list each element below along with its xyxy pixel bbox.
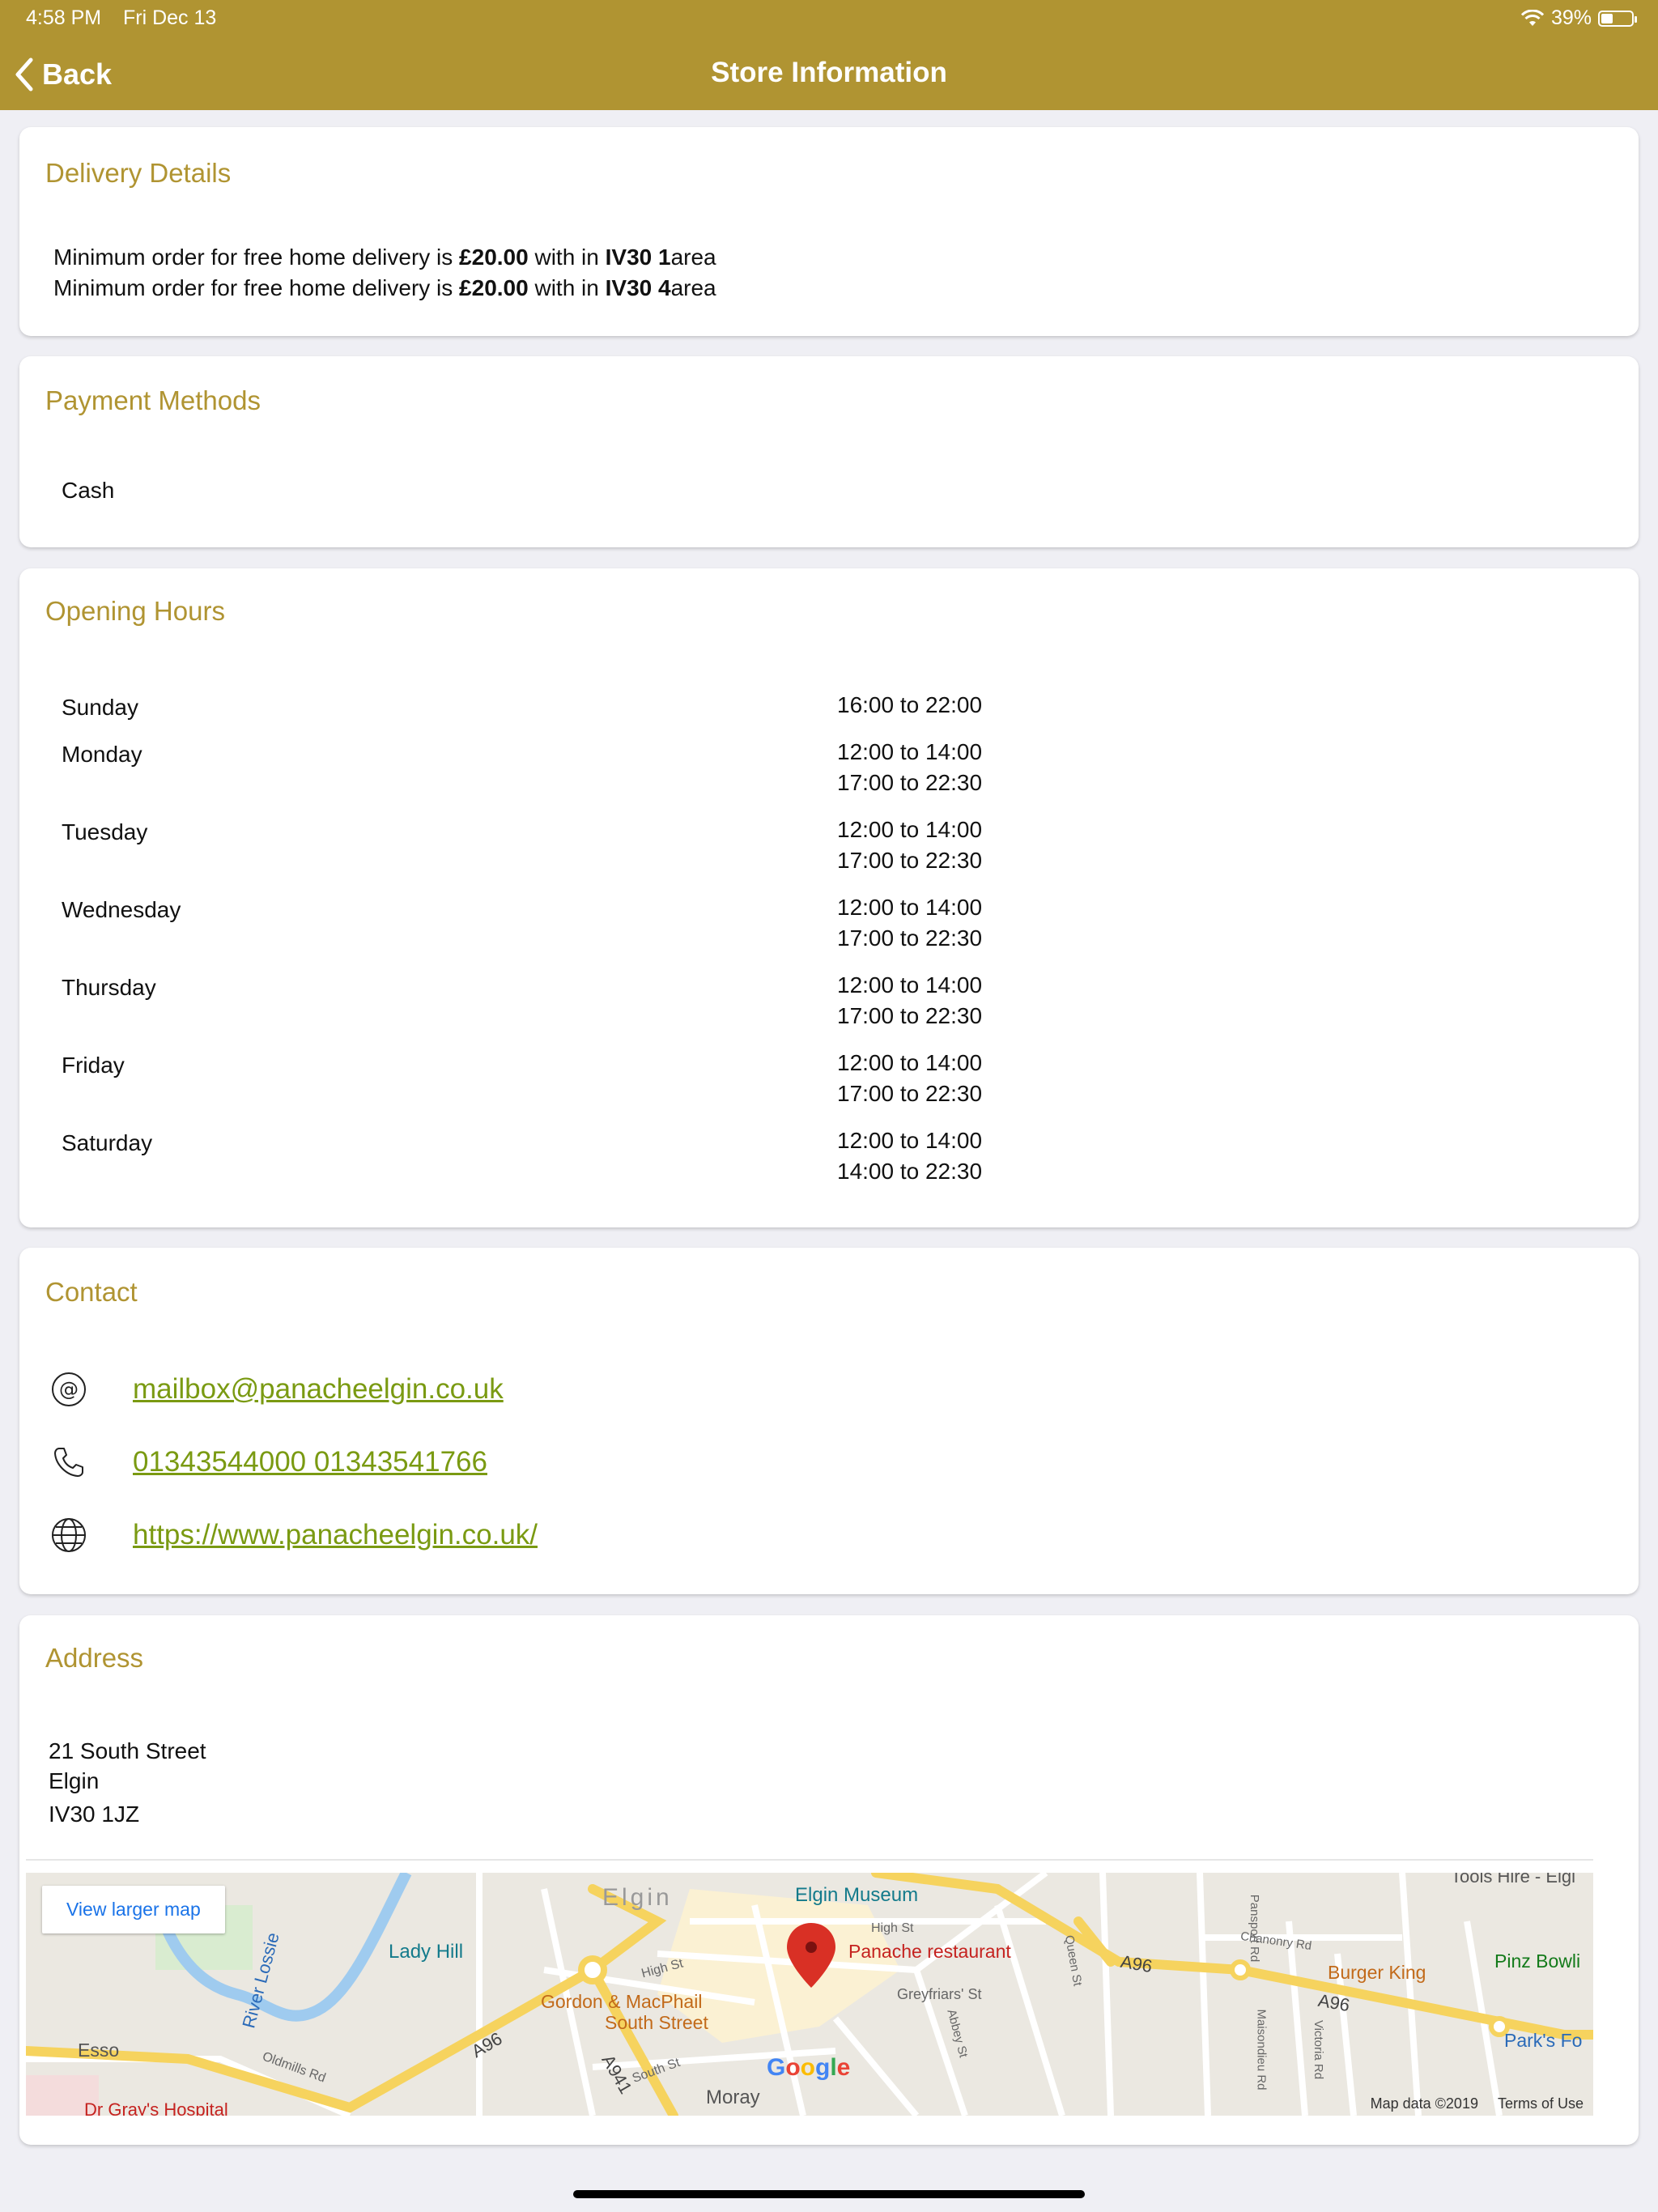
- phone-row: 01343544000 01343541766: [49, 1442, 487, 1482]
- store-map[interactable]: Elgin Elgin Museum Panache restaurant La…: [26, 1873, 1593, 2116]
- email-row: @ mailbox@panacheelgin.co.uk: [49, 1369, 504, 1410]
- time-range: 17:00 to 22:30: [837, 770, 983, 795]
- view-larger-map-button[interactable]: View larger map: [42, 1886, 225, 1933]
- time-range: 12:00 to 14:00: [837, 895, 983, 920]
- delivery-card: Delivery Details Minimum order for free …: [19, 127, 1639, 336]
- day-label: Sunday: [62, 695, 138, 720]
- hours-title: Opening Hours: [45, 596, 225, 626]
- day-label: Friday: [62, 1053, 125, 1078]
- map-label: South Street: [605, 2012, 708, 2033]
- map-label: Victoria Rd: [1312, 2019, 1326, 2080]
- delivery-line: Minimum order for free home delivery is …: [53, 275, 716, 300]
- time-range: 12:00 to 14:00: [837, 739, 983, 764]
- time-range: 17:00 to 22:30: [837, 925, 983, 951]
- address-line: IV30 1JZ: [49, 1802, 140, 1827]
- day-label: Saturday: [62, 1130, 153, 1155]
- home-indicator[interactable]: [573, 2190, 1085, 2198]
- website-row: https://www.panacheelgin.co.uk/: [49, 1515, 538, 1555]
- terms-of-use-link[interactable]: Terms of Use: [1498, 2095, 1584, 2112]
- navigation-bar: 4:58 PM Fri Dec 13 39% Back Store Inform…: [0, 0, 1658, 110]
- map-data-attribution: Map data ©2019: [1370, 2095, 1478, 2112]
- at-icon: @: [49, 1369, 89, 1410]
- divider: [26, 1859, 1593, 1861]
- time-range: 16:00 to 22:00: [837, 692, 983, 717]
- map-marker-label: Panache restaurant: [848, 1941, 1011, 1962]
- google-logo: Google: [767, 2054, 851, 2081]
- time-range: 12:00 to 14:00: [837, 1050, 983, 1075]
- map-label: Pinz Bowli: [1494, 1950, 1581, 1972]
- address-title: Address: [45, 1643, 144, 1673]
- time-range: 12:00 to 14:00: [837, 1128, 983, 1153]
- time-range: 17:00 to 22:30: [837, 1081, 983, 1106]
- status-time: 4:58 PM: [26, 6, 102, 29]
- contact-title: Contact: [45, 1277, 138, 1307]
- map-label: Tools Hire - Elgi: [1451, 1873, 1576, 1887]
- map-label: Park's Fo: [1504, 2030, 1583, 2051]
- website-link[interactable]: https://www.panacheelgin.co.uk/: [133, 1519, 538, 1551]
- day-label: Tuesday: [62, 819, 148, 844]
- map-label: Moray: [706, 2087, 760, 2108]
- opening-hours-card: Opening Hours Sunday 16:00 to 22:00 Monday…: [19, 568, 1639, 1227]
- address-line: 21 South Street: [49, 1738, 206, 1763]
- time-range: 17:00 to 22:30: [837, 1003, 983, 1028]
- phone-link[interactable]: 01343544000 01343541766: [133, 1446, 487, 1478]
- status-indicators: 39%: [1520, 6, 1637, 30]
- map-label: Elgin Museum: [795, 1884, 919, 1906]
- address-line: Elgin: [49, 1768, 100, 1793]
- map-label: Esso: [78, 2040, 120, 2061]
- map-label: Pansport Rd: [1248, 1894, 1262, 1963]
- svg-text:@: @: [59, 1378, 79, 1401]
- map-footer: Map data ©2019 Terms of Use: [1371, 2095, 1584, 2112]
- day-label: Wednesday: [62, 897, 181, 922]
- day-label: Monday: [62, 742, 142, 767]
- map-label: Dr Gray's Hospital: [84, 2099, 228, 2116]
- map-label: Maisondieu Rd: [1254, 2009, 1269, 2091]
- contact-card: Contact @ mailbox@panacheelgin.co.uk 013…: [19, 1248, 1639, 1594]
- email-link[interactable]: mailbox@panacheelgin.co.uk: [133, 1373, 504, 1406]
- battery-level: [1601, 13, 1613, 23]
- map-label: Lady Hill: [389, 1941, 464, 1963]
- payment-title: Payment Methods: [45, 385, 261, 415]
- map-label: High St: [871, 1921, 914, 1935]
- globe-icon: [49, 1515, 89, 1555]
- day-label: Thursday: [62, 975, 156, 1000]
- page-title: Store Information: [711, 57, 947, 88]
- map-label: Greyfriars' St: [897, 1986, 982, 2002]
- status-date: Fri Dec 13: [123, 6, 217, 29]
- phone-icon: [49, 1442, 89, 1482]
- battery-icon: [1598, 10, 1637, 27]
- map-label: Burger King: [1328, 1962, 1426, 1983]
- time-range: 12:00 to 14:00: [837, 817, 983, 842]
- payment-card: Payment Methods Cash: [19, 356, 1639, 547]
- payment-method: Cash: [62, 478, 115, 503]
- map-label: Elgin: [602, 1884, 673, 1911]
- map-label: Gordon & MacPhail: [541, 1991, 703, 2012]
- time-range: 17:00 to 22:30: [837, 848, 983, 873]
- battery-percent: 39%: [1550, 6, 1592, 29]
- time-range: 12:00 to 14:00: [837, 972, 983, 998]
- delivery-line: Minimum order for free home delivery is …: [53, 245, 716, 270]
- wifi-icon: [1520, 9, 1545, 26]
- delivery-title: Delivery Details: [45, 158, 232, 188]
- time-range: 14:00 to 22:30: [837, 1159, 983, 1184]
